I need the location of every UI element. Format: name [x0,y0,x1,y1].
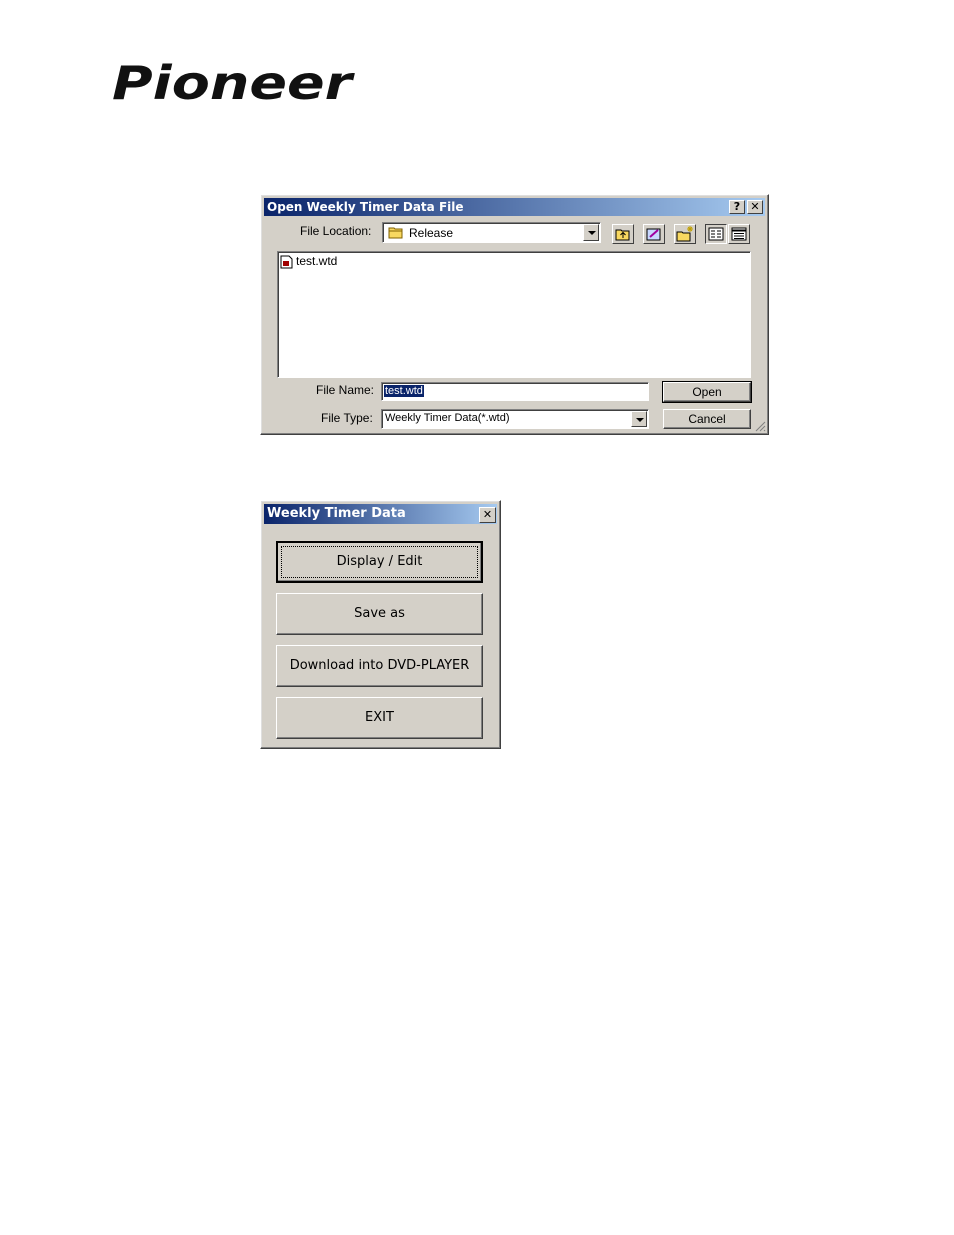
svg-text:Pioneer: Pioneer [112,58,355,108]
file-name-text: test.wtd [296,254,338,268]
resize-grip-icon[interactable] [755,421,766,432]
menu-window-titlebar[interactable]: Weekly Timer Data [264,504,497,524]
menu-window-title: Weekly Timer Data [267,506,406,521]
cancel-button[interactable]: Cancel [663,409,751,429]
file-name-value: test.wtd [384,385,424,397]
open-dialog-title: Open Weekly Timer Data File [267,200,464,214]
display-edit-button[interactable]: Display / Edit [276,541,483,583]
details-view-button[interactable] [728,224,750,244]
list-view-button[interactable] [705,224,727,244]
file-type-select[interactable]: Weekly Timer Data(*.wtd) [381,409,649,429]
folder-icon [388,227,403,239]
list-view-icon [708,227,724,241]
help-button[interactable]: ? [729,200,745,214]
close-button[interactable]: ✕ [479,507,496,523]
file-icon [280,255,293,269]
file-location-combo[interactable]: Release [382,222,601,243]
file-name-input[interactable]: test.wtd [381,382,649,401]
new-folder-button[interactable] [674,224,696,244]
new-folder-icon [676,226,693,242]
exit-button[interactable]: EXIT [276,697,483,739]
download-button[interactable]: Download into DVD-PLAYER [276,645,483,687]
open-button[interactable]: Open [662,381,752,403]
pioneer-logo: Pioneer [112,58,355,108]
file-location-value: Release [409,226,454,240]
favorites-icon [646,228,661,241]
weekly-timer-data-window: Weekly Timer Data ✕ Display / Edit Save … [260,500,501,749]
file-type-value: Weekly Timer Data(*.wtd) [385,412,510,424]
open-dialog-titlebar[interactable]: Open Weekly Timer Data File [264,198,765,216]
up-one-level-button[interactable] [612,224,634,244]
chevron-down-icon[interactable] [583,224,599,241]
open-file-dialog: Open Weekly Timer Data File ? ✕ File Loc… [260,194,769,435]
favorites-button[interactable] [643,224,665,244]
chevron-down-icon[interactable] [631,411,647,427]
file-name-label: File Name: [316,383,375,397]
up-one-level-icon [615,229,630,241]
details-view-icon [731,227,747,241]
file-list[interactable]: test.wtd [277,251,751,378]
file-location-label: File Location: [300,224,372,238]
save-as-button[interactable]: Save as [276,593,483,635]
close-button[interactable]: ✕ [747,200,763,214]
file-type-label: File Type: [321,411,373,425]
